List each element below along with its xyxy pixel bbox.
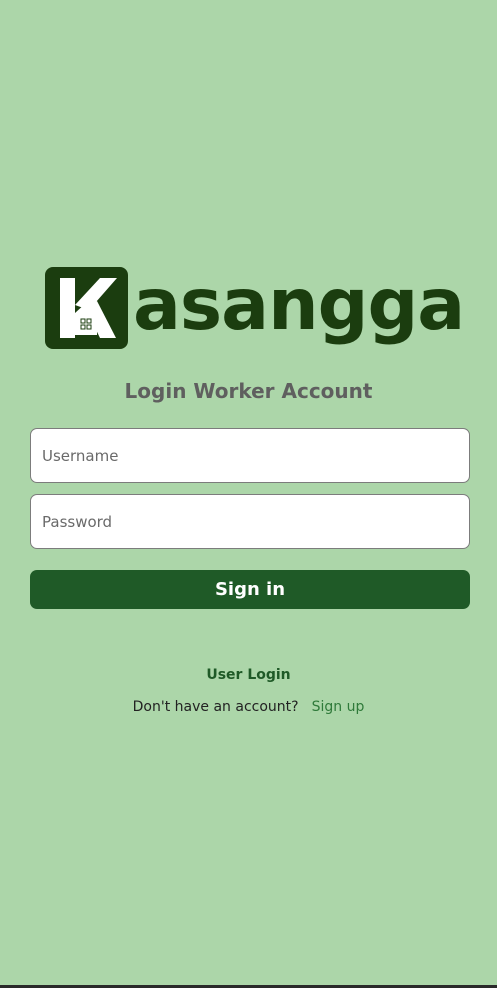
sign-up-link[interactable]: Sign up (312, 699, 365, 715)
username-input[interactable] (30, 428, 470, 483)
signup-row: Don't have an account? Sign up (0, 699, 497, 715)
house-k-icon: K (60, 278, 117, 338)
logo-wordmark: asangga (133, 263, 465, 346)
sign-in-button[interactable]: Sign in (30, 570, 470, 609)
password-input[interactable] (30, 494, 470, 549)
page-title: Login Worker Account (124, 379, 373, 403)
user-login-link[interactable]: User Login (0, 667, 497, 683)
kasangga-logo: K asangga (45, 263, 465, 357)
logo-k-badge: K (45, 267, 128, 349)
signup-prompt: Don't have an account? (132, 699, 299, 715)
